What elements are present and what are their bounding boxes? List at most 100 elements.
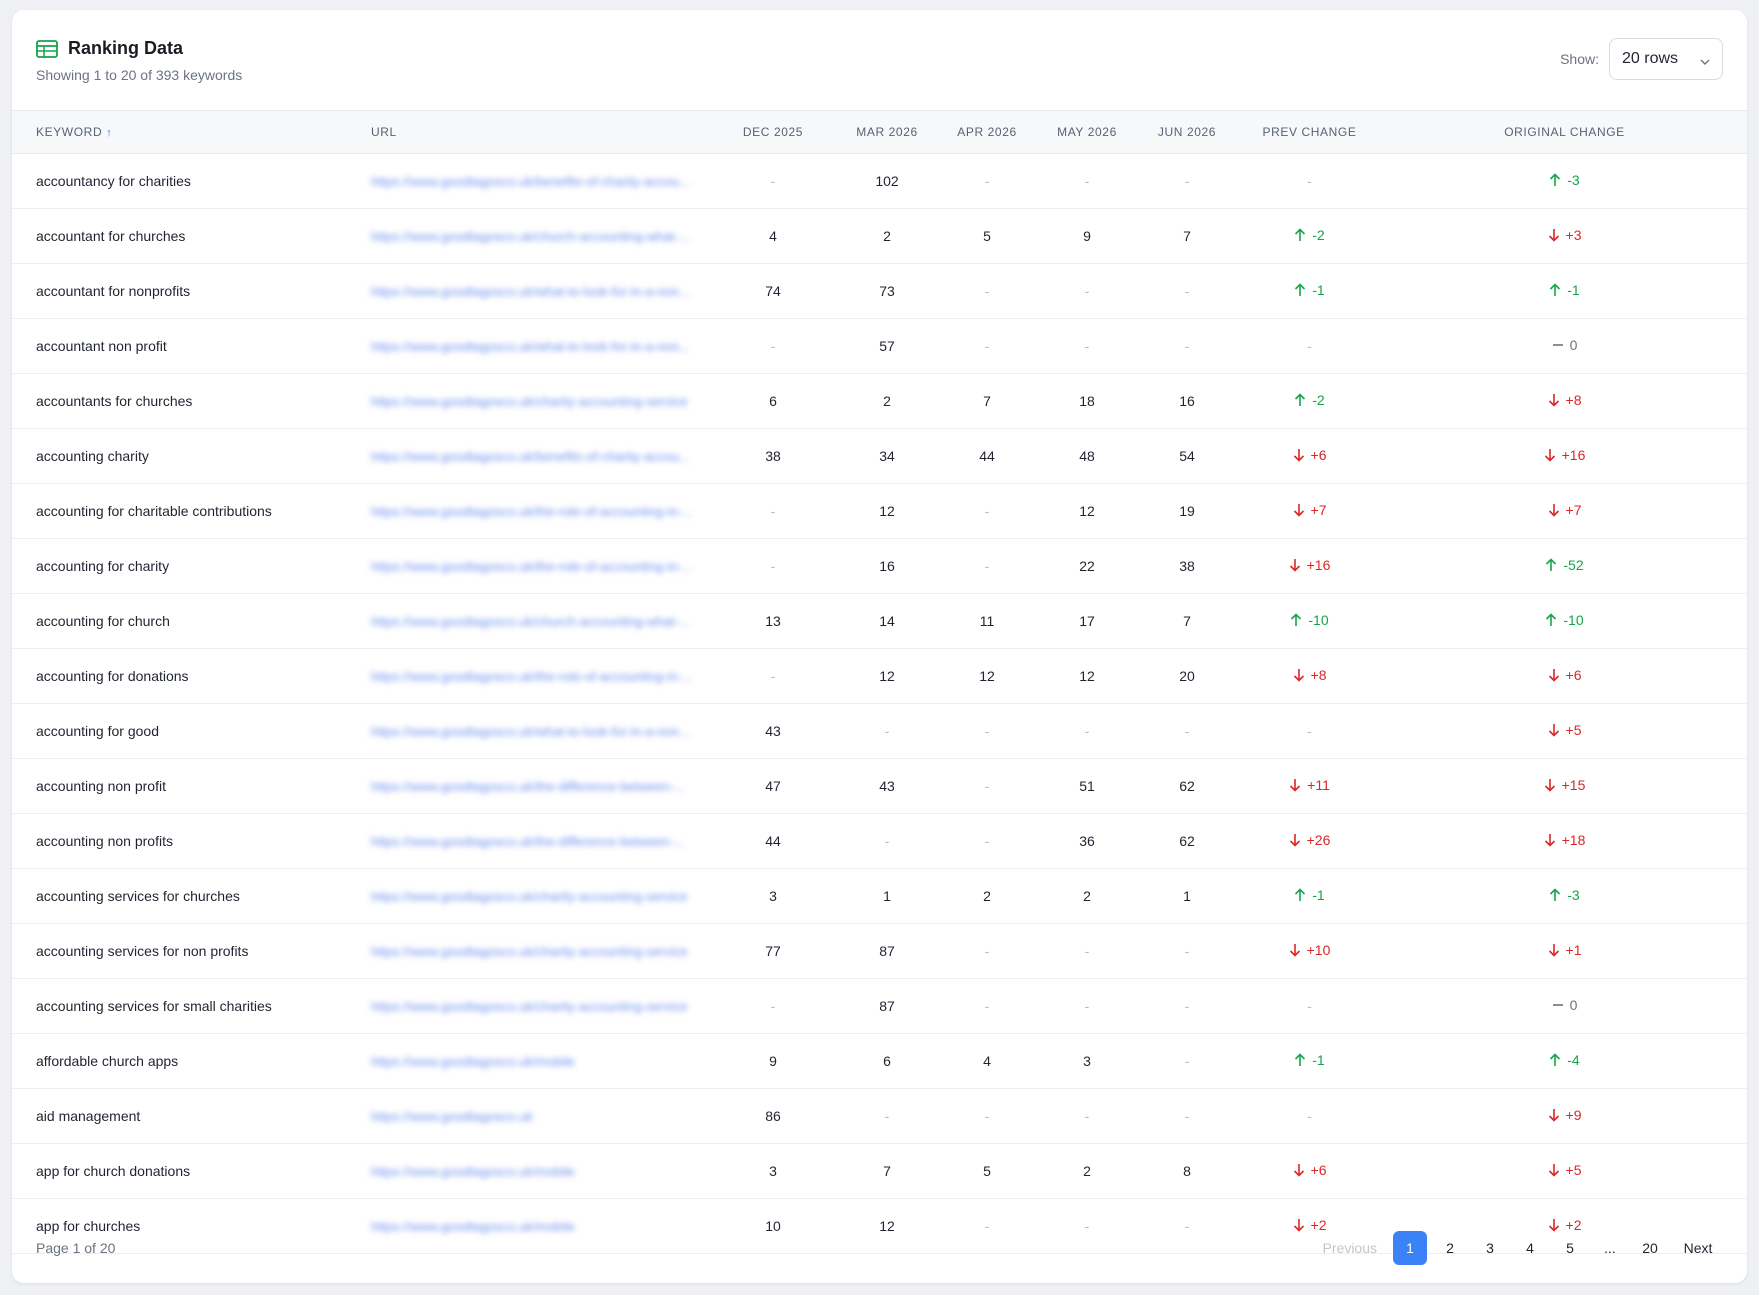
pagination-ellipsis: ... bbox=[1604, 1240, 1616, 1256]
column-header-dec-2025[interactable]: DEC 2025 bbox=[709, 111, 837, 154]
url-link[interactable]: https://www.goodtagosco.uk/what-to-look-… bbox=[371, 284, 690, 299]
title-row: Ranking Data bbox=[36, 38, 183, 59]
page-button-5[interactable]: 5 bbox=[1553, 1231, 1587, 1265]
prev-change-cell: - bbox=[1237, 318, 1382, 374]
arrow-down-icon bbox=[1548, 943, 1560, 957]
rank-value: - bbox=[984, 1108, 990, 1124]
rank-cell-apr-2026: - bbox=[937, 263, 1037, 319]
rows-select[interactable]: 20 rows bbox=[1609, 38, 1723, 80]
url-link[interactable]: https://www.goodtagosco.uk bbox=[371, 1109, 533, 1124]
column-header-original-change[interactable]: ORIGINAL CHANGE bbox=[1382, 111, 1747, 154]
prev-change-cell: -1 bbox=[1237, 868, 1382, 924]
rank-value: 4 bbox=[769, 228, 777, 244]
next-page-button[interactable]: Next bbox=[1673, 1231, 1723, 1265]
prev-change-cell: +10 bbox=[1237, 923, 1382, 979]
table-row[interactable]: accounting services for small charities h… bbox=[12, 978, 1747, 1034]
original-change-cell: 0 bbox=[1382, 978, 1747, 1034]
table-row[interactable]: app for church donations https://www.good… bbox=[12, 1143, 1747, 1199]
rank-cell-jun-2026: 7 bbox=[1137, 208, 1237, 264]
rank-cell-may-2026: - bbox=[1037, 1088, 1137, 1144]
rank-value: 3 bbox=[1083, 1053, 1091, 1069]
keyword-cell: accountant non profit bbox=[12, 318, 361, 374]
table-row[interactable]: accountant for nonprofits https://www.goo… bbox=[12, 263, 1747, 319]
table-row[interactable]: accounting for good https://www.goodtagos… bbox=[12, 703, 1747, 759]
url-link[interactable]: https://www.goodtagosco.uk/what-to-look-… bbox=[371, 339, 690, 354]
url-link[interactable]: https://www.goodtagosco.uk/church-accoun… bbox=[371, 229, 690, 244]
rank-value: 1 bbox=[883, 888, 891, 904]
column-header-mar-2026[interactable]: MAR 2026 bbox=[837, 111, 937, 154]
page-button-last[interactable]: 20 bbox=[1633, 1231, 1667, 1265]
table-row[interactable]: accounting non profits https://www.goodta… bbox=[12, 813, 1747, 869]
rank-cell-dec-2025: 77 bbox=[709, 923, 837, 979]
table-row[interactable]: accounting services for churches https://… bbox=[12, 868, 1747, 924]
rank-cell-mar-2026: 7 bbox=[837, 1143, 937, 1199]
table-row[interactable]: accounting for donations https://www.good… bbox=[12, 648, 1747, 704]
table-row[interactable]: affordable church apps https://www.goodta… bbox=[12, 1033, 1747, 1089]
prev-change-value: +16 bbox=[1289, 557, 1330, 573]
rank-value: 73 bbox=[879, 283, 895, 299]
column-header-jun-2026[interactable]: JUN 2026 bbox=[1137, 111, 1237, 154]
page-button-4[interactable]: 4 bbox=[1513, 1231, 1547, 1265]
rank-value: 7 bbox=[883, 1163, 891, 1179]
url-link[interactable]: https://www.goodtagosco.uk/the-differenc… bbox=[371, 779, 684, 794]
table-row[interactable]: accounting for church https://www.goodtag… bbox=[12, 593, 1747, 649]
rank-value: 2 bbox=[1083, 1163, 1091, 1179]
original-change-value: +3 bbox=[1548, 227, 1581, 243]
table-row[interactable]: accounting services for non profits https… bbox=[12, 923, 1747, 979]
rank-value: 22 bbox=[1079, 558, 1095, 574]
url-link[interactable]: https://www.goodtagosco.uk/the-role-of-a… bbox=[371, 669, 693, 684]
column-header-prev-change[interactable]: PREV CHANGE bbox=[1237, 111, 1382, 154]
url-link[interactable]: https://www.goodtagosco.uk/what-to-look-… bbox=[371, 724, 690, 739]
table-row[interactable]: accountants for churches https://www.good… bbox=[12, 373, 1747, 429]
url-link[interactable]: https://www.goodtagosco.uk/charity-accou… bbox=[371, 394, 688, 409]
table-row[interactable]: accountant non profit https://www.goodtag… bbox=[12, 318, 1747, 374]
page-button-1[interactable]: 1 bbox=[1393, 1231, 1427, 1265]
page-button-2[interactable]: 2 bbox=[1433, 1231, 1467, 1265]
table-row[interactable]: accounting non profit https://www.goodtag… bbox=[12, 758, 1747, 814]
table-row[interactable]: aid management https://www.goodtagosco.uk… bbox=[12, 1088, 1747, 1144]
arrow-up-icon bbox=[1549, 283, 1561, 297]
prev-change-cell: +16 bbox=[1237, 538, 1382, 594]
arrow-down-icon bbox=[1544, 778, 1556, 792]
arrow-up-icon bbox=[1294, 283, 1306, 297]
prev-change-text: -2 bbox=[1312, 227, 1325, 243]
rank-cell-dec-2025: - bbox=[709, 538, 837, 594]
table-row[interactable]: accounting for charity https://www.goodta… bbox=[12, 538, 1747, 594]
rank-value: - bbox=[984, 558, 990, 574]
url-link[interactable]: https://www.goodtagosco.uk/mobile bbox=[371, 1164, 575, 1179]
url-link[interactable]: https://www.goodtagosco.uk/church-accoun… bbox=[371, 614, 690, 629]
prev-change-text: +10 bbox=[1306, 942, 1331, 958]
url-link[interactable]: https://www.goodtagosco.uk/charity-accou… bbox=[371, 889, 688, 904]
url-link[interactable]: https://www.goodtagosco.uk/charity-accou… bbox=[371, 944, 688, 959]
url-link[interactable]: https://www.goodtagosco.uk/benefits-of-c… bbox=[371, 174, 690, 189]
url-cell: https://www.goodtagosco.uk/what-to-look-… bbox=[361, 318, 709, 374]
url-link[interactable]: https://www.goodtagosco.uk/charity-accou… bbox=[371, 999, 688, 1014]
rank-value: 6 bbox=[769, 393, 777, 409]
page-button-3[interactable]: 3 bbox=[1473, 1231, 1507, 1265]
url-link[interactable]: https://www.goodtagosco.uk/the-role-of-a… bbox=[371, 559, 693, 574]
column-header-apr-2026[interactable]: APR 2026 bbox=[937, 111, 1037, 154]
rank-cell-jun-2026: - bbox=[1137, 978, 1237, 1034]
prev-change-text: +8 bbox=[1310, 667, 1327, 683]
column-header-url[interactable]: URL bbox=[361, 111, 709, 154]
prev-change-cell: -10 bbox=[1237, 593, 1382, 649]
column-header-keyword[interactable]: KEYWORD ↑ bbox=[12, 111, 361, 154]
url-link[interactable]: https://www.goodtagosco.uk/mobile bbox=[371, 1054, 575, 1069]
table-row[interactable]: accountant for churches https://www.goodt… bbox=[12, 208, 1747, 264]
rank-value: - bbox=[884, 1108, 890, 1124]
rank-cell-jun-2026: - bbox=[1137, 703, 1237, 759]
url-cell: https://www.goodtagosco.uk/benefits-of-c… bbox=[361, 428, 709, 484]
rank-cell-dec-2025: 74 bbox=[709, 263, 837, 319]
column-header-may-2026[interactable]: MAY 2026 bbox=[1037, 111, 1137, 154]
table-row[interactable]: accounting charity https://www.goodtagosc… bbox=[12, 428, 1747, 484]
previous-page-button[interactable]: Previous bbox=[1313, 1231, 1387, 1265]
url-link[interactable]: https://www.goodtagosco.uk/the-role-of-a… bbox=[371, 504, 693, 519]
url-link[interactable]: https://www.goodtagosco.uk/benefits-of-c… bbox=[371, 449, 690, 464]
url-link[interactable]: https://www.goodtagosco.uk/the-differenc… bbox=[371, 834, 684, 849]
table-row[interactable]: accounting for charitable contributions h… bbox=[12, 483, 1747, 539]
prev-change-cell: - bbox=[1237, 153, 1382, 209]
arrow-up-icon bbox=[1294, 888, 1306, 902]
original-change-value: +7 bbox=[1548, 502, 1581, 518]
arrow-down-icon bbox=[1289, 943, 1301, 957]
table-row[interactable]: accountancy for charities https://www.goo… bbox=[12, 153, 1747, 209]
